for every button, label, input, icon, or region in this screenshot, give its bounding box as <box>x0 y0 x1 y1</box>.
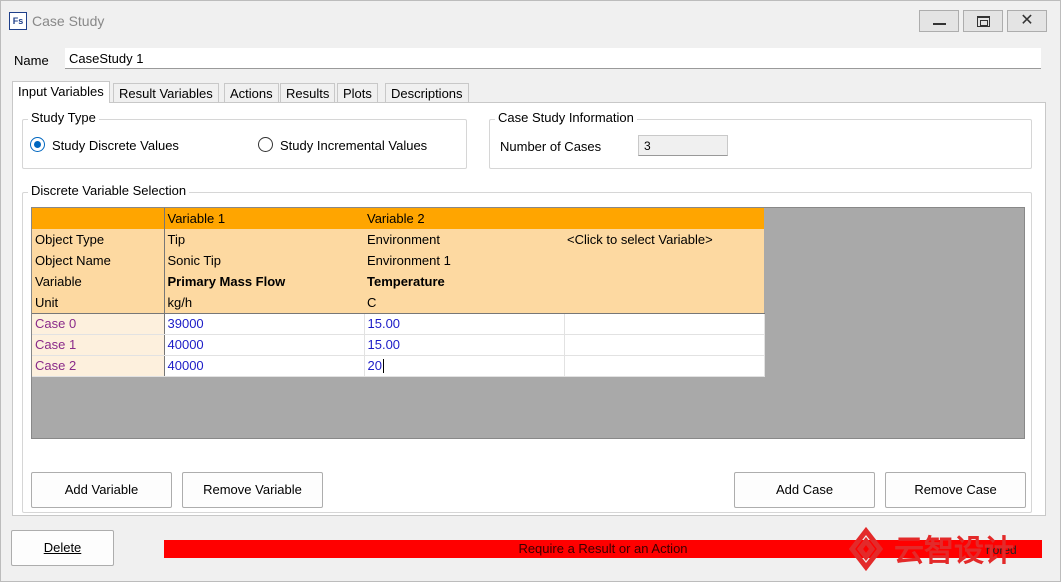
case-value-cell-editing[interactable]: 20 <box>364 355 565 377</box>
study-discrete-label[interactable]: Study Discrete Values <box>52 138 179 153</box>
object-name-cell[interactable] <box>564 250 764 271</box>
maximize-button[interactable] <box>963 10 1003 32</box>
app-icon: Fs <box>9 12 27 30</box>
variable-1-header[interactable]: Variable 1 <box>164 208 364 229</box>
add-variable-button[interactable]: Add Variable <box>31 472 172 508</box>
delete-button-label: Delete <box>43 540 82 555</box>
unit-cell <box>564 292 764 314</box>
object-type-cell[interactable]: Tip <box>164 229 364 250</box>
discrete-variable-selection-legend: Discrete Variable Selection <box>28 183 190 198</box>
case-value-cell[interactable] <box>564 313 765 335</box>
tab-result-variables[interactable]: Result Variables <box>113 83 219 103</box>
delete-button[interactable]: Delete <box>11 530 114 566</box>
click-to-select-variable-cell[interactable]: <Click to select Variable> <box>564 229 764 250</box>
variable-2-header[interactable]: Variable 2 <box>364 208 564 229</box>
study-incremental-label[interactable]: Study Incremental Values <box>280 138 427 153</box>
title-bar[interactable]: Fs Case Study ✕ <box>1 1 1060 39</box>
case-info-legend: Case Study Information <box>495 110 637 125</box>
case-row: Case 2 40000 20 <box>32 355 765 377</box>
case-value-cell[interactable]: 40000 <box>164 355 365 377</box>
maximize-icon <box>977 16 990 27</box>
tab-actions[interactable]: Actions <box>224 83 279 103</box>
grid-header-corner <box>32 208 165 229</box>
case-study-window: Fs Case Study ✕ Name Input Variables Res… <box>0 0 1061 582</box>
case-label[interactable]: Case 2 <box>32 355 165 377</box>
text-caret <box>382 359 384 374</box>
case-value-cell[interactable]: 40000 <box>164 334 365 356</box>
row-label: Object Type <box>32 229 165 250</box>
case-info-group: Case Study Information Number of Cases 3 <box>489 110 1032 169</box>
variable-row: Variable Primary Mass Flow Temperature <box>32 271 764 292</box>
variable-3-header[interactable] <box>564 208 764 229</box>
tab-plots[interactable]: Plots <box>337 83 378 103</box>
variable-grid: Variable 1 Variable 2 Object Type Tip En… <box>32 208 765 377</box>
variable-cell[interactable]: Temperature <box>364 271 564 292</box>
remove-case-button[interactable]: Remove Case <box>885 472 1026 508</box>
row-label: Object Name <box>32 250 165 271</box>
unit-cell: kg/h <box>164 292 364 314</box>
study-incremental-radio[interactable] <box>258 137 273 152</box>
window-title: Case Study <box>32 13 105 29</box>
case-value-cell[interactable] <box>564 355 765 377</box>
case-value-cell[interactable]: 15.00 <box>364 334 565 356</box>
object-name-cell[interactable]: Sonic Tip <box>164 250 364 271</box>
case-value-cell[interactable] <box>564 334 765 356</box>
study-discrete-radio[interactable] <box>30 137 45 152</box>
remove-variable-button[interactable]: Remove Variable <box>182 472 323 508</box>
number-of-cases-value: 3 <box>638 135 728 156</box>
watermark-logo: 云智设计 <box>848 526 1014 572</box>
case-value-text: 20 <box>367 357 382 373</box>
name-input[interactable] <box>65 48 1041 69</box>
row-label: Unit <box>32 292 165 314</box>
tab-results[interactable]: Results <box>280 83 336 103</box>
unit-row: Unit kg/h C <box>32 292 764 314</box>
tab-input-variables[interactable]: Input Variables <box>12 81 110 103</box>
object-name-row: Object Name Sonic Tip Environment 1 <box>32 250 764 271</box>
watermark-emblem-icon <box>848 526 884 572</box>
minimize-icon <box>933 23 946 25</box>
number-of-cases-label: Number of Cases <box>500 139 602 154</box>
case-value-cell[interactable]: 39000 <box>164 313 365 335</box>
variable-grid-area: Variable 1 Variable 2 Object Type Tip En… <box>31 207 1025 439</box>
variable-cell[interactable]: Primary Mass Flow <box>164 271 364 292</box>
tab-descriptions[interactable]: Descriptions <box>385 83 469 103</box>
object-type-cell[interactable]: Environment <box>364 229 564 250</box>
case-row: Case 0 39000 15.00 <box>32 313 765 335</box>
object-type-row: Object Type Tip Environment <Click to se… <box>32 229 764 250</box>
watermark-text: 云智设计 <box>894 534 1014 569</box>
row-label: Variable <box>32 271 165 292</box>
unit-cell: C <box>364 292 564 314</box>
case-value-cell[interactable]: 15.00 <box>364 313 565 335</box>
study-type-group: Study Type Study Discrete Values Study I… <box>22 110 467 169</box>
object-name-cell[interactable]: Environment 1 <box>364 250 564 271</box>
study-type-legend: Study Type <box>28 110 99 125</box>
case-label[interactable]: Case 0 <box>32 313 165 335</box>
add-case-button[interactable]: Add Case <box>734 472 875 508</box>
case-row: Case 1 40000 15.00 <box>32 334 765 356</box>
close-button[interactable]: ✕ <box>1007 10 1047 32</box>
minimize-button[interactable] <box>919 10 959 32</box>
close-icon: ✕ <box>1020 12 1034 29</box>
grid-header-row: Variable 1 Variable 2 <box>32 208 764 229</box>
variable-cell[interactable] <box>564 271 764 292</box>
name-label: Name <box>14 53 49 68</box>
case-label[interactable]: Case 1 <box>32 334 165 356</box>
